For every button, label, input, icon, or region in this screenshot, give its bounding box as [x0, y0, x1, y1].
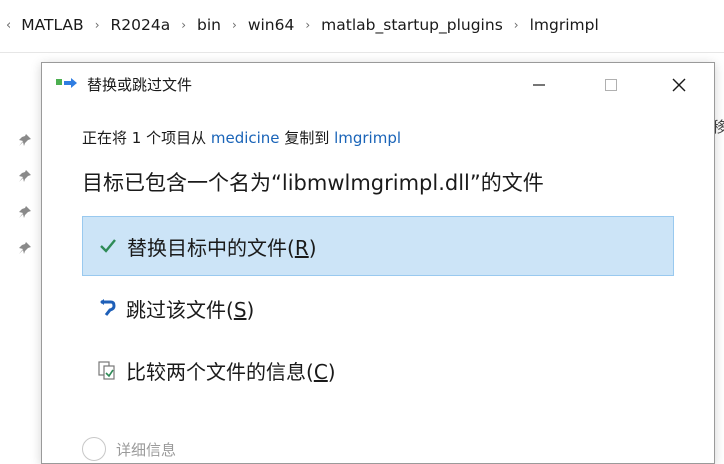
maximize-button[interactable]: [588, 69, 634, 101]
breadcrumb-overflow-icon[interactable]: ‹: [6, 18, 11, 33]
file-copy-icon: [56, 78, 77, 88]
replace-file-option[interactable]: 替换目标中的文件(R): [82, 216, 674, 276]
copy-prefix-text: 正在将 1 个项目从: [82, 129, 211, 147]
pin-icon[interactable]: [18, 169, 36, 187]
dialog-titlebar[interactable]: 替换或跳过文件: [42, 63, 714, 107]
chevron-right-icon[interactable]: ›: [232, 18, 237, 32]
destination-folder-link[interactable]: lmgrimpl: [334, 129, 401, 147]
breadcrumb: ‹ MATLAB › R2024a › bin › win64 › matlab…: [6, 16, 599, 34]
expand-details-icon: [82, 437, 106, 461]
breadcrumb-item-startup-plugins[interactable]: matlab_startup_plugins: [321, 16, 503, 34]
more-details-toggle[interactable]: 详细信息: [82, 437, 176, 461]
check-icon: [97, 235, 119, 257]
dialog-title: 替换或跳过文件: [87, 76, 193, 94]
replace-file-label: 替换目标中的文件(R): [127, 235, 317, 260]
close-button[interactable]: [656, 69, 702, 101]
breadcrumb-item-win64[interactable]: win64: [248, 16, 295, 34]
skip-file-label: 跳过该文件(S): [126, 297, 255, 322]
pin-icon[interactable]: [18, 241, 36, 259]
chevron-right-icon[interactable]: ›: [95, 18, 100, 32]
skip-icon: [96, 297, 118, 319]
copy-middle-text: 复制到: [279, 129, 335, 147]
conflict-message: 目标已包含一个名为“libmwlmgrimpl.dll”的文件: [82, 171, 544, 195]
breadcrumb-item-r2024a[interactable]: R2024a: [111, 16, 171, 34]
breadcrumb-item-bin[interactable]: bin: [197, 16, 221, 34]
compare-files-label: 比较两个文件的信息(C): [126, 359, 336, 384]
replace-skip-dialog: 替换或跳过文件 正在将 1 个项目从 medicine 复制到 lmgrimpl…: [41, 62, 715, 464]
copy-progress-text: 正在将 1 个项目从 medicine 复制到 lmgrimpl: [82, 127, 401, 148]
pin-icon[interactable]: [18, 205, 36, 223]
chevron-right-icon[interactable]: ›: [514, 18, 519, 32]
chevron-right-icon[interactable]: ›: [305, 18, 310, 32]
chevron-right-icon[interactable]: ›: [181, 18, 186, 32]
skip-file-option[interactable]: 跳过该文件(S): [82, 278, 674, 338]
more-details-label: 详细信息: [116, 440, 177, 459]
source-folder-link[interactable]: medicine: [211, 129, 280, 147]
compare-files-option[interactable]: 比较两个文件的信息(C): [82, 340, 674, 400]
minimize-button[interactable]: [516, 69, 562, 101]
breadcrumb-item-lmgrimpl[interactable]: lmgrimpl: [530, 16, 599, 34]
address-bar[interactable]: ‹ MATLAB › R2024a › bin › win64 › matlab…: [0, 0, 724, 53]
quick-access-pins: [18, 133, 36, 277]
compare-icon: [96, 359, 118, 381]
pin-icon[interactable]: [18, 133, 36, 151]
breadcrumb-item-matlab[interactable]: MATLAB: [21, 16, 83, 34]
